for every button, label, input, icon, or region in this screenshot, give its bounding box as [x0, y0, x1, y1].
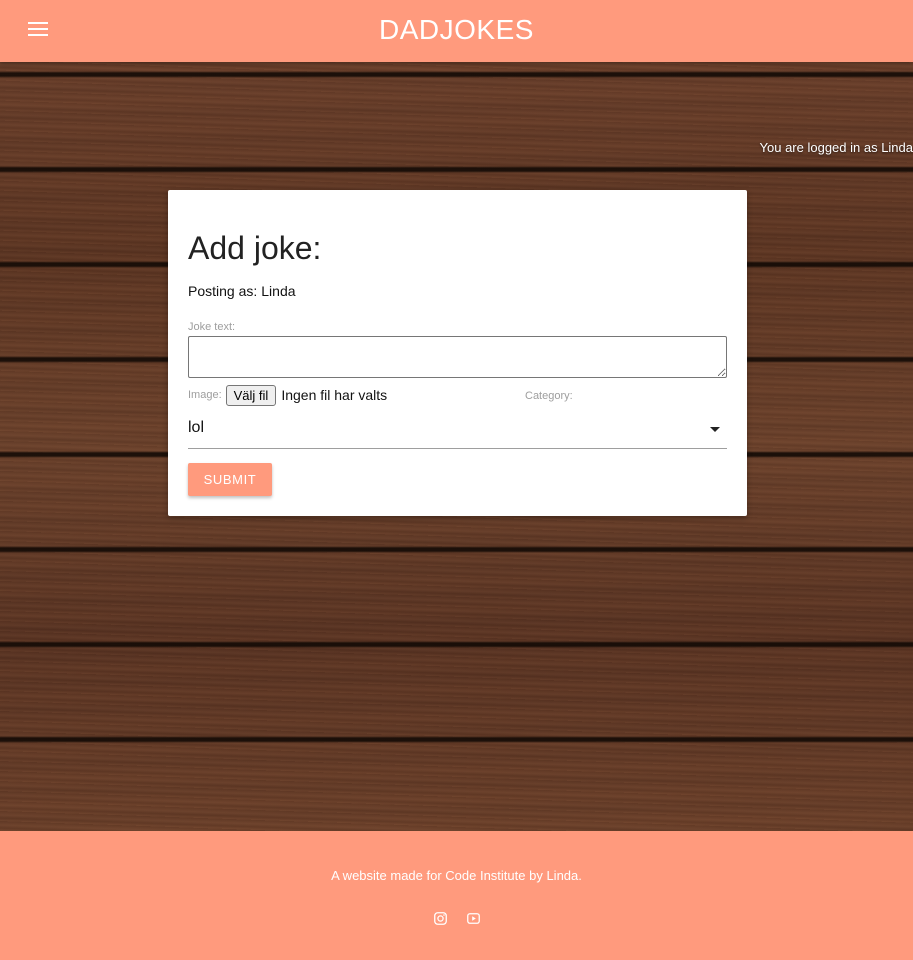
category-select[interactable]: lol [188, 412, 727, 449]
image-field: Image: Välj fil Ingen fil har valts [188, 384, 387, 406]
joke-text-input[interactable] [188, 336, 727, 378]
add-joke-card: Add joke: Posting as: Linda Joke text: Im… [168, 190, 747, 516]
submit-button[interactable]: SUBMIT [188, 463, 272, 496]
posting-as: Posting as: Linda [188, 283, 296, 299]
posting-as-label: Posting as: [188, 283, 258, 299]
instagram-icon[interactable] [434, 912, 447, 925]
file-status-text: Ingen fil har valts [281, 387, 388, 403]
main-content: You are logged in as Linda Add joke: Pos… [0, 62, 913, 831]
category-label: Category: [525, 390, 573, 402]
joke-text-label: Joke text: [188, 321, 236, 333]
posting-as-user: Linda [261, 283, 296, 299]
footer: A website made for Code Institute by Lin… [0, 831, 913, 960]
dropdown-caret-icon [710, 427, 720, 432]
page-title: Add joke: [188, 230, 322, 266]
category-selected-value: lol [188, 419, 205, 436]
choose-file-button[interactable]: Välj fil [225, 384, 277, 406]
image-label: Image: [188, 389, 222, 401]
youtube-icon[interactable] [467, 912, 480, 925]
social-links [434, 912, 480, 925]
brand-logo[interactable]: DADJOKES [0, 14, 913, 46]
login-status-text: You are logged in as Linda [759, 140, 913, 155]
footer-text: A website made for Code Institute by Lin… [331, 868, 582, 883]
navbar: DADJOKES [0, 0, 913, 62]
